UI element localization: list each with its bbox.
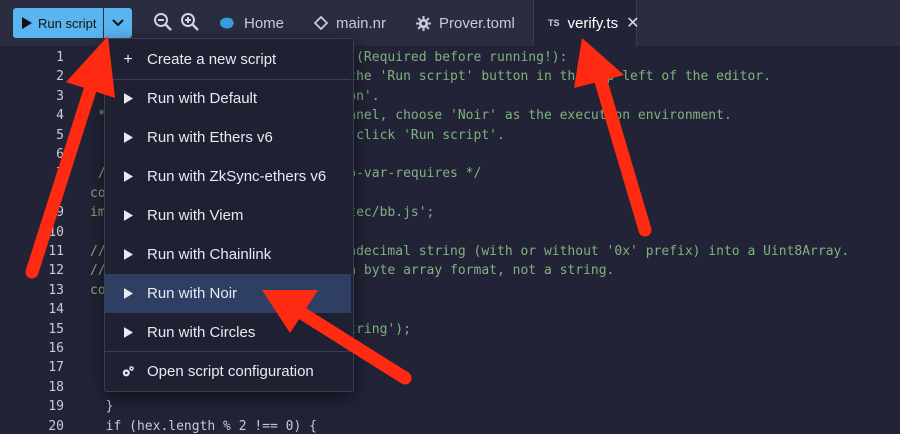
menu-item-label: Run with ZkSync-ethers v6 (147, 168, 327, 185)
menu-item-open-script-configuration[interactable]: Open script configuration (105, 352, 351, 391)
play-icon (121, 171, 135, 182)
tab-label: Home (244, 14, 285, 32)
play-icon (121, 249, 135, 260)
menu-item-run-with-chainlink[interactable]: Run with Chainlink (105, 235, 351, 274)
menu-item-run-with-zksync-ethers-v6[interactable]: Run with ZkSync-ethers v6 (105, 157, 351, 196)
line-number: 17 (48, 360, 64, 376)
tab-label: verify.ts (567, 14, 619, 32)
typescript-badge: TS (548, 18, 560, 28)
line-number: 8 (56, 185, 64, 201)
remix-logo-icon (220, 17, 234, 29)
line-number: 7 (56, 166, 64, 182)
line-number: 6 (56, 147, 64, 162)
tab-label: Prover.toml (439, 14, 515, 32)
line-number: 2 (56, 69, 64, 85)
line-number: 10 (48, 224, 64, 240)
play-icon (121, 288, 135, 299)
tab-prover-toml[interactable]: Prover.toml (402, 0, 529, 46)
tab-label: main.nr (336, 14, 387, 32)
line-number: 13 (48, 282, 64, 298)
play-icon (121, 93, 135, 104)
menu-item-run-with-viem[interactable]: Run with Viem (105, 196, 351, 235)
line-number: 19 (48, 399, 64, 415)
code-line: } (90, 399, 114, 415)
line-number: 9 (56, 205, 64, 221)
plus-icon: + (123, 50, 133, 68)
menu-item-run-with-ethers-v6[interactable]: Run with Ethers v6 (105, 118, 351, 157)
line-number: 3 (56, 88, 64, 104)
line-number: 4 (56, 108, 64, 124)
run-script-dropdown-button[interactable] (104, 8, 132, 38)
chevron-down-icon (112, 19, 124, 27)
line-number: 18 (48, 379, 64, 395)
play-icon (121, 327, 135, 338)
menu-item-run-with-default[interactable]: Run with Default (105, 79, 351, 118)
menu-item-label: Run with Default (147, 90, 258, 107)
line-number: 14 (48, 302, 64, 318)
line-number: 1 (56, 50, 64, 65)
menu-item-label: Run with Circles (147, 324, 256, 341)
gears-icon (121, 365, 135, 379)
play-icon (121, 210, 135, 221)
menu-item-run-with-noir[interactable]: Run with Noir (105, 274, 351, 313)
menu-item-label: Run with Viem (147, 207, 244, 224)
menu-item-run-with-circles[interactable]: Run with Circles (105, 313, 351, 352)
play-icon (121, 132, 135, 143)
gear-icon (416, 15, 431, 31)
run-script-button[interactable]: Run script (13, 8, 103, 38)
menu-item-label: Run with Chainlink (147, 246, 272, 263)
line-number: 16 (48, 341, 64, 356)
line-number: 5 (56, 127, 64, 143)
run-script-dropdown-menu: + Create a new script Run with Default Ru… (104, 38, 354, 392)
noir-diamond-icon (314, 16, 328, 30)
menu-item-label: Run with Ethers v6 (147, 129, 273, 146)
line-number: 11 (48, 244, 64, 259)
menu-item-label: Run with Noir (147, 285, 238, 302)
play-icon (22, 17, 32, 29)
line-number: 15 (48, 321, 64, 337)
menu-item-create-script[interactable]: + Create a new script (105, 40, 351, 79)
tab-verify-ts[interactable]: TS verify.ts ✕ (533, 0, 639, 46)
zoom-out-icon[interactable] (153, 12, 173, 32)
close-icon[interactable]: ✕ (626, 13, 639, 33)
menu-item-label: Open script configuration (147, 363, 314, 380)
run-script-label: Run script (38, 15, 97, 31)
menu-item-label: Create a new script (147, 51, 277, 68)
zoom-in-icon[interactable] (180, 12, 200, 32)
line-number: 12 (48, 263, 64, 279)
